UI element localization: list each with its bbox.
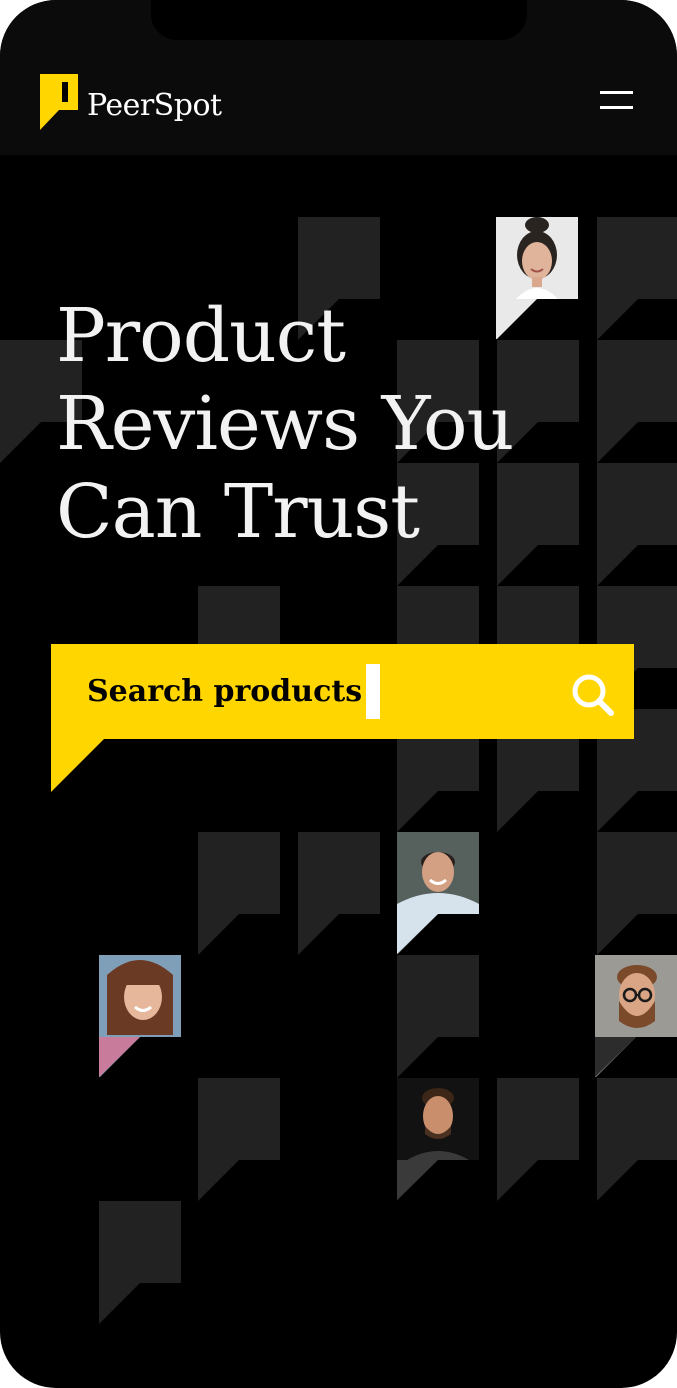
- text-cursor-indicator: [366, 664, 380, 719]
- reviewer-avatar-bearded-man-glasses: [595, 955, 677, 1077]
- search-icon[interactable]: [569, 671, 617, 719]
- peerspot-logo-mark-icon: [40, 74, 78, 130]
- peerspot-logo[interactable]: PeerSpot: [40, 74, 240, 134]
- hero-title-line-1: Product: [56, 293, 346, 379]
- brand-name: PeerSpot: [87, 88, 222, 123]
- hero-title-line-2: Reviews You: [56, 381, 514, 467]
- phone-screen: PeerSpot Product Reviews You Can Trust: [0, 0, 677, 1388]
- hero-title: Product Reviews You Can Trust: [56, 292, 656, 556]
- hero-title-line-3: Can Trust: [56, 469, 420, 555]
- hamburger-menu-icon-line-top: [600, 91, 633, 94]
- search-input[interactable]: [87, 664, 507, 718]
- hamburger-menu-icon-line-bottom: [600, 106, 633, 109]
- device-notch: [151, 0, 527, 40]
- reviewer-avatar-smiling-man: [397, 832, 479, 954]
- reviewer-avatar-young-man: [397, 1078, 479, 1200]
- product-search-box: [51, 644, 634, 792]
- reviewer-avatar-laughing-woman: [99, 955, 181, 1077]
- hamburger-menu-button[interactable]: [594, 86, 638, 116]
